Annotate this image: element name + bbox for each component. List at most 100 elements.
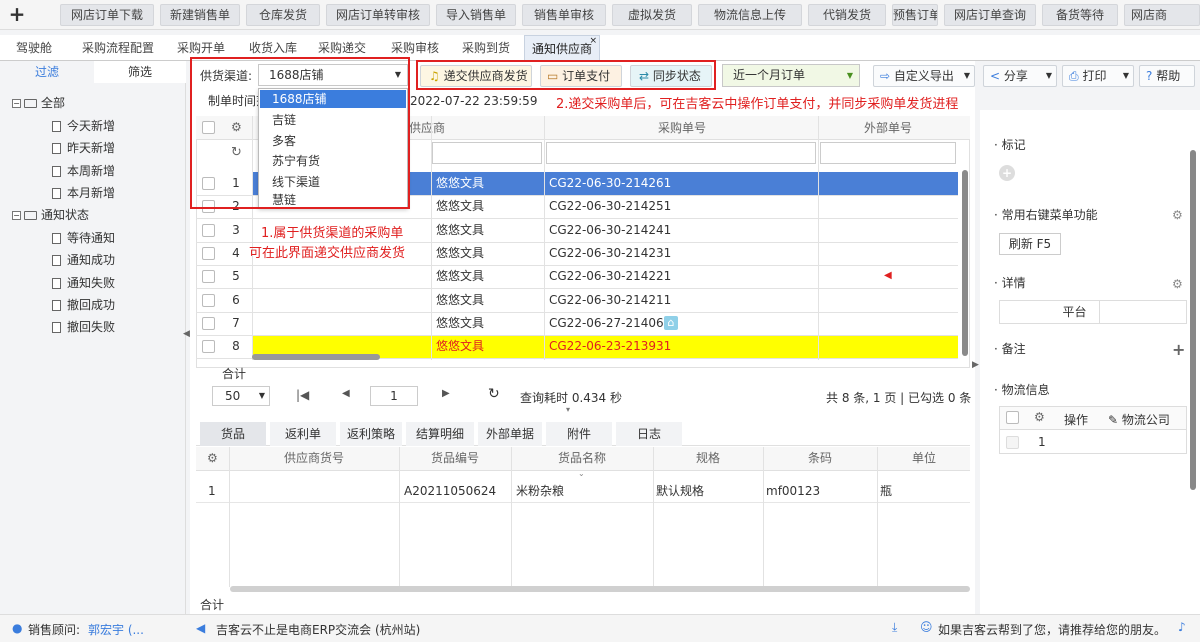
download-icon[interactable]: ⤓ [892,620,897,635]
date-range-end[interactable]: 2022-07-22 23:59:59 [410,93,537,109]
help-button[interactable]: ? 帮助 [1139,65,1195,87]
row-po-number[interactable]: CG22-06-23-213931 [549,335,671,358]
top-tab-warehouse-ship[interactable]: 仓库发货 [246,4,320,26]
row-checkbox[interactable] [202,224,215,237]
row-po-number[interactable]: CG22-06-27-214061 [549,312,671,335]
next-page-icon[interactable]: ▶ [442,388,450,399]
add-remark-icon[interactable]: + [1172,340,1185,359]
col-po-number[interactable]: 采购单号 [546,117,818,140]
row-po-number[interactable]: CG22-06-30-214261 [549,172,671,195]
tree-item-month[interactable]: 本月新增 [52,185,115,201]
top-tab-online-shop[interactable]: 网店商 [1124,4,1200,26]
top-tab-order-to-review[interactable]: 网店订单转审核 [326,4,430,26]
bottom-tab-attachments[interactable]: 附件 [546,422,612,446]
sub-tab-notify-supplier[interactable]: 通知供应商 × [524,35,600,61]
detail-col-supplier-code[interactable]: 供应商货号 [230,447,398,470]
top-tab-stock-wait[interactable]: 备货等待 [1042,4,1118,26]
row-checkbox[interactable] [202,294,215,307]
top-tab-presale[interactable]: 预售订单 [892,4,938,26]
tree-item-yesterday[interactable]: 昨天新增 [52,140,115,156]
col-external-number[interactable]: 外部单号 [820,117,956,140]
row-po-number[interactable]: CG22-06-30-214221 [549,265,671,288]
logistics-row[interactable] [999,430,1187,454]
first-page-icon[interactable]: |◀ [296,388,309,402]
top-tab-online-order-query[interactable]: 网店订单查询 [944,4,1036,26]
filter-supplier-input[interactable] [432,142,542,164]
tree-item-today[interactable]: 今天新增 [52,118,115,134]
tree-item-wait-notify[interactable]: 等待通知 [52,230,115,246]
top-tab-sales-review[interactable]: 销售单审核 [522,4,606,26]
gear-icon[interactable]: ⚙ [1172,208,1183,222]
reload-icon[interactable]: ↻ [488,386,500,402]
page-size-select[interactable]: 50 ▼ [212,386,270,406]
right-vertical-scrollbar[interactable] [1190,150,1196,490]
logistics-select-all-checkbox[interactable] [1006,411,1019,424]
share-button[interactable]: < 分享 ▼ [983,65,1057,87]
tree-item-withdraw-ok[interactable]: 撤回成功 [52,297,115,313]
prev-page-icon[interactable]: ◀ [342,388,350,399]
detail-col-barcode[interactable]: 条码 [764,447,876,470]
refresh-f5-button[interactable]: 刷新 F5 [999,233,1061,255]
tab-select[interactable]: 筛选 [94,61,186,83]
splitter-handle-icon[interactable]: ▾ [566,405,570,414]
row-checkbox[interactable] [202,270,215,283]
advisor-name[interactable]: 郭宏宇 (... [88,621,144,638]
top-tab-logistics-upload[interactable]: 物流信息上传 [698,4,802,26]
row-checkbox[interactable] [202,317,215,330]
row-po-number[interactable]: CG22-06-30-214241 [549,219,671,242]
new-tab-button[interactable]: + [0,0,34,30]
sub-tab-purchase-config[interactable]: 采购流程配置 [78,35,158,61]
top-tab-virtual-ship[interactable]: 虚拟发货 [612,4,692,26]
row-checkbox[interactable] [202,340,215,353]
collapse-icon[interactable]: − [12,211,21,220]
bottom-tab-goods[interactable]: 货品 [200,422,266,446]
detail-col-spec[interactable]: 规格 [654,447,762,470]
sub-tab-purchase-arrive[interactable]: 采购到货 [456,35,516,61]
logistics-row-checkbox[interactable] [1006,436,1019,449]
row-po-number[interactable]: CG22-06-30-214251 [549,195,671,218]
tree-item-withdraw-fail[interactable]: 撤回失败 [52,319,115,335]
bottom-tab-settlement[interactable]: 结算明细 [406,422,474,446]
tree-item-notify-fail[interactable]: 通知失败 [52,275,115,291]
bottom-tab-rebate[interactable]: 返利单 [270,422,336,446]
page-number-input[interactable]: 1 [370,386,418,406]
print-button[interactable]: ⎙ 打印 ▼ [1062,65,1134,87]
volume-icon[interactable]: ♪ [1178,620,1186,634]
add-mark-icon[interactable]: + [999,165,1015,181]
detail-row[interactable] [196,480,970,503]
collapse-left-icon[interactable]: ◀ [183,329,190,339]
top-tab-new-sales-order[interactable]: 新建销售单 [160,4,240,26]
custom-export-button[interactable]: ⇨ 自定义导出 ▼ [873,65,975,87]
collapse-right-icon[interactable]: ▶ [972,360,979,370]
row-po-number[interactable]: CG22-06-30-214231 [549,242,671,265]
sub-tab-cockpit[interactable]: 驾驶舱 [6,35,62,61]
tree-item-week[interactable]: 本周新增 [52,163,115,179]
detail-col-unit[interactable]: 单位 [878,447,970,470]
detail-horizontal-scrollbar[interactable] [230,586,970,592]
top-tab-online-order-download[interactable]: 网店订单下载 [60,4,154,26]
tab-filter[interactable]: 过滤 [0,61,94,83]
horizontal-scrollbar[interactable] [252,354,380,360]
row-checkbox[interactable] [202,247,215,260]
bottom-tab-log[interactable]: 日志 [616,422,682,446]
gear-icon[interactable]: ⚙ [1034,410,1045,424]
tree-node-all[interactable]: − 全部 [12,95,65,111]
gear-icon[interactable]: ⚙ [1172,277,1183,291]
vertical-scrollbar[interactable] [962,170,968,356]
gear-icon[interactable]: ⚙ [207,451,218,465]
top-tab-consign-ship[interactable]: 代销发货 [808,4,886,26]
detail-col-goods-no[interactable]: 货品编号 [400,447,510,470]
filter-external-input[interactable] [820,142,956,164]
tree-item-notify-ok[interactable]: 通知成功 [52,252,115,268]
bottom-tab-rebate-policy[interactable]: 返利策略 [340,422,402,446]
bottom-tab-external-docs[interactable]: 外部单据 [478,422,542,446]
tree-node-notify-status[interactable]: − 通知状态 [12,207,89,223]
period-select[interactable]: 近一个月订单 ▼ [722,64,860,87]
filter-po-input[interactable] [546,142,816,164]
collapse-icon[interactable]: − [12,99,21,108]
close-icon[interactable]: × [589,28,597,54]
top-tab-import-sales[interactable]: 导入销售单 [436,4,516,26]
detail-col-goods-name[interactable]: 货品名称 [512,447,652,470]
notice-text[interactable]: 吉客云不止是电商ERP交流会 (杭州站) [216,621,420,638]
row-po-number[interactable]: CG22-06-30-214211 [549,289,671,312]
